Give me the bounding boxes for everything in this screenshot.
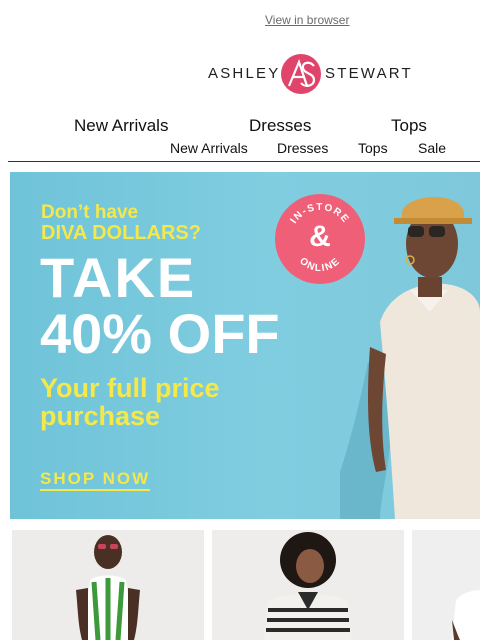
shop-now-button[interactable]: SHOP NOW xyxy=(40,470,151,491)
hero-model-photo xyxy=(340,196,480,519)
product-image-striped-top xyxy=(264,532,352,640)
subnav-tops[interactable]: Tops xyxy=(358,140,388,156)
hero-eyebrow-line1: Don’t have xyxy=(41,202,139,223)
product-image-white-top xyxy=(452,590,480,640)
hero-eyebrow-line2: DIVA DOLLARS? xyxy=(41,222,201,244)
promo-hero-banner[interactable]: Don’t have DIVA DOLLARS? TAKE 40% OFF Yo… xyxy=(10,172,480,519)
nav-tops[interactable]: Tops xyxy=(391,116,427,136)
subnav-new-arrivals[interactable]: New Arrivals xyxy=(170,140,248,156)
svg-text:ONLINE: ONLINE xyxy=(297,256,343,275)
product-tile[interactable] xyxy=(412,530,480,640)
logo-word-left: ASHLEY xyxy=(208,65,281,82)
hero-subhead-line2: purchase xyxy=(40,401,161,431)
subnav-sale[interactable]: Sale xyxy=(418,140,446,156)
nav-divider xyxy=(8,161,480,162)
badge-bottom-text: ONLINE xyxy=(297,256,341,275)
product-tile[interactable] xyxy=(212,530,404,640)
nav-new-arrivals[interactable]: New Arrivals xyxy=(74,116,168,136)
ashley-stewart-logo[interactable]: ASHLEY STEWART xyxy=(206,52,413,96)
hero-subhead-line1: Your full price xyxy=(40,373,220,403)
nav-dresses[interactable]: Dresses xyxy=(249,116,311,136)
hero-headline-line1: TAKE xyxy=(40,246,197,309)
hero-headline-line2: 40% OFF xyxy=(40,302,280,365)
logo-word-right: STEWART xyxy=(325,65,413,82)
view-in-browser-link[interactable]: View in browser xyxy=(265,13,349,27)
product-image-green-dress xyxy=(76,535,140,640)
logo-monogram-icon xyxy=(281,54,321,94)
product-tile[interactable] xyxy=(12,530,204,640)
subnav-dresses[interactable]: Dresses xyxy=(277,140,328,156)
